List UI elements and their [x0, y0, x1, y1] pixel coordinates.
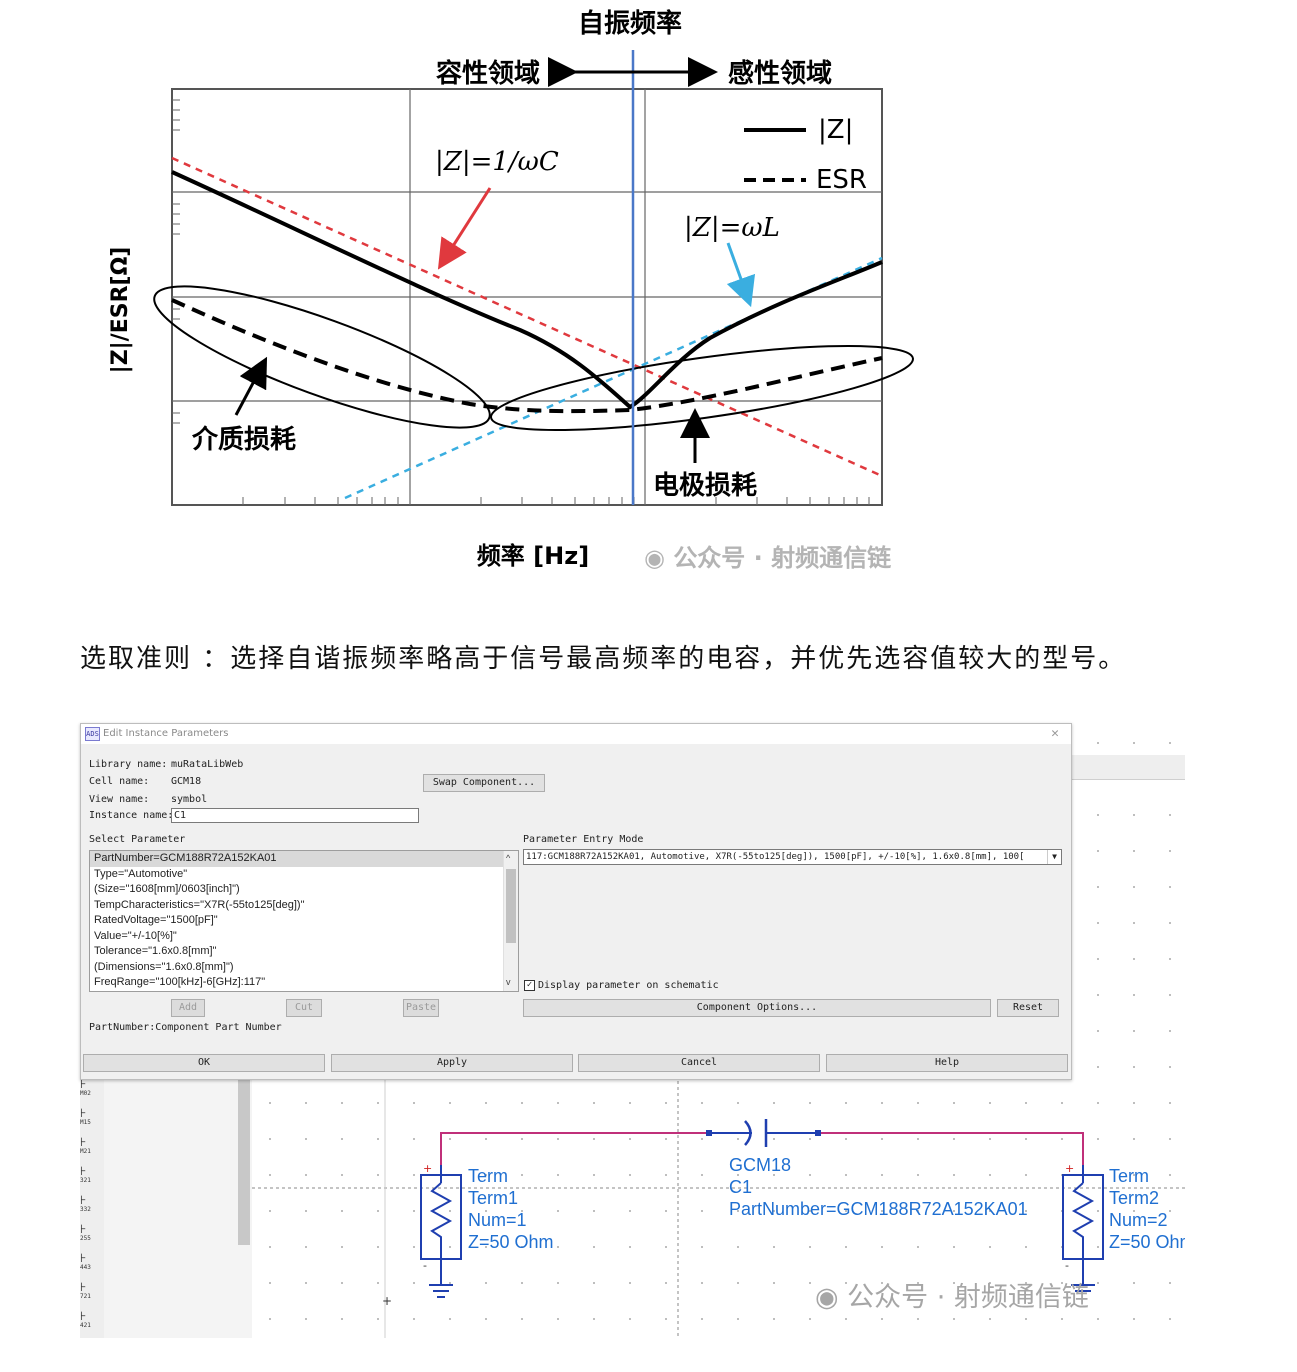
parameter-item[interactable]: FreqRange="100[kHz]-6[GHz]:117" — [90, 975, 518, 991]
dialog-titlebar[interactable]: ADS Edit Instance Parameters ✕ — [81, 724, 1071, 744]
schematic-watermark: ◉ 公众号 · 射频通信链 — [815, 1275, 1089, 1314]
dielectric-annot-label: 介质损耗 — [191, 425, 296, 455]
parameter-item[interactable]: Value="+/-10[%]" — [90, 929, 518, 945]
svg-text:-: - — [423, 1259, 427, 1272]
term2-z: Z=50 Ohm — [1109, 1232, 1185, 1252]
dropdown-arrow-icon[interactable]: ▼ — [1047, 850, 1061, 864]
term2-num: Num=2 — [1109, 1210, 1168, 1230]
palette-item[interactable]: ⊦ 255 — [80, 1223, 102, 1247]
wechat-icon: ◉ — [815, 1282, 839, 1313]
display-parameter-checkbox[interactable]: ✓ — [524, 980, 535, 991]
component-options-button[interactable]: Component Options... — [523, 999, 991, 1017]
display-parameter-label: Display parameter on schematic — [538, 980, 719, 991]
selection-rule: 选取准则 ：选择自谐振频率略高于信号最高频率的电容，并优先选容值较大的型号。 — [80, 644, 1127, 674]
parameter-item[interactable]: TempCharacteristics="X7R(-55to125[deg])" — [90, 898, 518, 914]
dialog-title: Edit Instance Parameters — [103, 728, 229, 739]
chevron-up-icon[interactable]: ^ — [506, 853, 510, 863]
add-button[interactable]: Add — [171, 999, 205, 1017]
term1-num: Num=1 — [468, 1210, 527, 1230]
term1-symbol[interactable]: + - — [420, 1162, 462, 1298]
palette-item[interactable]: ⊦ 321 — [80, 1165, 102, 1189]
svg-text:+: + — [1065, 1162, 1074, 1175]
cap-name: C1 — [729, 1177, 753, 1197]
parameter-list-scrollbar[interactable]: ^ v — [503, 851, 518, 991]
right-region-label: 感性领域 — [728, 58, 832, 89]
figure-watermark-text: 公众号 · 射频通信链 — [673, 544, 892, 572]
term1-z: Z=50 Ohm — [468, 1232, 554, 1252]
palette-item[interactable]: ⊦ M21 — [80, 1136, 102, 1160]
term2-name: Term2 — [1109, 1188, 1160, 1208]
cap-label[interactable]: GCM18 C1 PartNumber=GCM188R72A152KA01 — [729, 1154, 1028, 1220]
electrode-annot-label: 电极损耗 — [653, 471, 757, 501]
legend-esr-label: ESR — [816, 165, 867, 195]
paste-button[interactable]: Paste — [403, 999, 439, 1017]
y-axis-label: |Z|/ESR[Ω] — [108, 247, 133, 374]
x-axis-label: 频率 [Hz] — [477, 542, 589, 570]
legend-z-label: |Z| — [818, 115, 853, 145]
term1-type: Term — [468, 1166, 508, 1186]
ok-button[interactable]: OK — [83, 1054, 325, 1072]
cell-name-value: GCM18 — [171, 776, 202, 787]
parameter-entry-select[interactable]: 117:GCM188R72A152KA01, Automotive, X7R(-… — [523, 849, 1062, 865]
parameter-item[interactable]: PartNumber=GCM188R72A152KA01 — [90, 851, 518, 867]
parameter-item[interactable]: Tolerance="1.6x0.8[mm]" — [90, 944, 518, 960]
library-name-value: muRataLibWeb — [171, 759, 244, 770]
cap-annot-label: |Z|=1/ωC — [435, 147, 559, 177]
chevron-down-icon[interactable]: v — [506, 977, 511, 987]
ads-app-icon: ADS — [85, 727, 100, 741]
parameter-entry-value: 117:GCM188R72A152KA01, Automotive, X7R(-… — [526, 852, 1025, 862]
svg-text:-: - — [1065, 1259, 1069, 1272]
parameter-item[interactable]: RatedVoltage="1500[pF]" — [90, 913, 518, 929]
svg-text:+: + — [423, 1162, 432, 1175]
parameter-entry-mode-label: Parameter Entry Mode — [523, 834, 644, 845]
term2-label[interactable]: Term Term2 Num=2 Z=50 Ohm — [1109, 1165, 1185, 1253]
view-name-value: symbol — [171, 794, 208, 805]
wechat-icon: ◉ — [644, 544, 665, 572]
select-parameter-label: Select Parameter — [89, 834, 186, 845]
left-region-label: 容性领域 — [436, 58, 540, 89]
term2-type: Term — [1109, 1166, 1149, 1186]
figure-title: 自振频率 — [578, 8, 682, 39]
parameter-item[interactable]: Type="Automotive" — [90, 867, 518, 883]
cancel-button[interactable]: Cancel — [578, 1054, 820, 1072]
parameter-item[interactable]: (Dimensions="1.6x0.8[mm]") — [90, 960, 518, 976]
library-name-label: Library name: — [89, 759, 168, 770]
close-icon[interactable]: ✕ — [1051, 726, 1059, 741]
apply-button[interactable]: Apply — [331, 1054, 573, 1072]
palette-item[interactable]: ⊦ 421 — [80, 1310, 102, 1334]
schematic-watermark-text: 公众号 · 射频通信链 — [847, 1282, 1089, 1313]
parameter-item[interactable]: (Size="1608[mm]/0603[inch]") — [90, 882, 518, 898]
palette-item[interactable]: ⊦ 721 — [80, 1281, 102, 1305]
instance-name-input[interactable]: C1 — [171, 808, 419, 823]
palette-item[interactable]: ⊦ M15 — [80, 1107, 102, 1131]
svg-text:+: + — [382, 1294, 392, 1308]
view-name-label: View name: — [89, 794, 150, 805]
help-button[interactable]: Help — [826, 1054, 1068, 1072]
scrollbar-thumb[interactable] — [506, 869, 516, 943]
palette-item[interactable]: ⊦ 443 — [80, 1252, 102, 1276]
term1-name: Term1 — [468, 1188, 519, 1208]
cap-cell: GCM18 — [729, 1155, 792, 1175]
figure-watermark: ◉ 公众号 · 射频通信链 — [644, 538, 891, 573]
swap-component-button[interactable]: Swap Component... — [423, 774, 545, 792]
palette-item[interactable]: ⊦ M02 — [80, 1078, 102, 1102]
instance-name-label: Instance name: — [89, 810, 174, 821]
ind-annot-label: |Z|=ωL — [684, 213, 780, 243]
capacitor-c1[interactable] — [706, 1119, 821, 1147]
parameter-hint: PartNumber:Component Part Number — [89, 1022, 282, 1033]
term2-symbol[interactable]: + - — [1062, 1162, 1104, 1292]
cap-part-number: PartNumber=GCM188R72A152KA01 — [729, 1199, 1028, 1219]
impedance-chart: 自振频率 容性领域 感性领域 |Z| ESR |Z|=1/ωC |Z|=ωL 介… — [108, 8, 914, 570]
cell-name-label: Cell name: — [89, 776, 150, 787]
reset-button[interactable]: Reset — [997, 999, 1059, 1017]
parameter-list[interactable]: PartNumber=GCM188R72A152KA01 Type="Autom… — [89, 850, 519, 992]
impedance-figure: 自振频率 容性领域 感性领域 |Z| ESR |Z|=1/ωC |Z|=ωL 介… — [0, 0, 1297, 600]
term1-label[interactable]: Term Term1 Num=1 Z=50 Ohm — [468, 1165, 554, 1253]
cut-button[interactable]: Cut — [286, 999, 322, 1017]
palette-item[interactable]: ⊦ 332 — [80, 1194, 102, 1218]
edit-instance-dialog: ADS Edit Instance Parameters ✕ Library n… — [80, 723, 1072, 1080]
